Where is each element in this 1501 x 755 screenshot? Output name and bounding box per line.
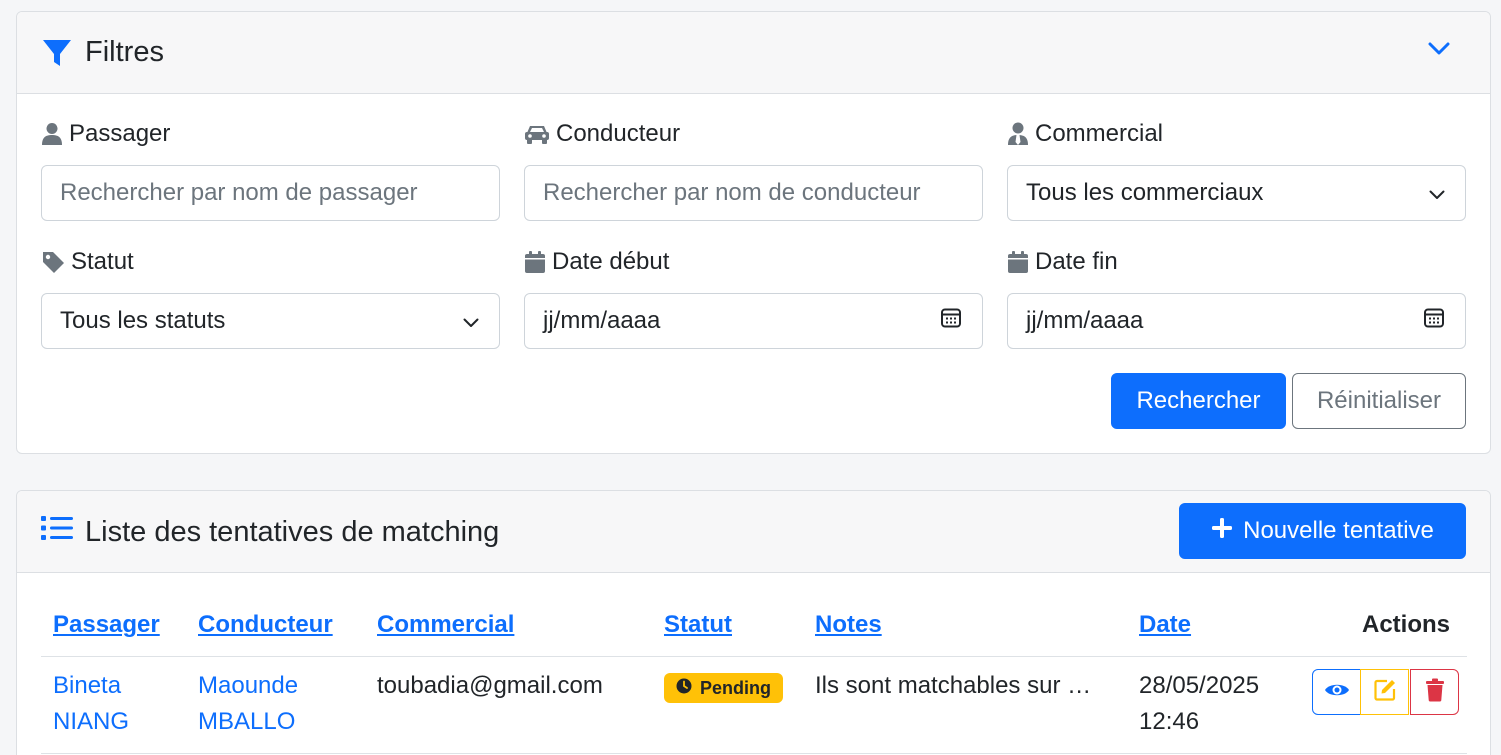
search-button[interactable]: Rechercher — [1111, 373, 1286, 429]
calendar-icon — [1007, 250, 1029, 274]
filters-title: Filtres — [41, 36, 164, 69]
edit-button[interactable] — [1360, 669, 1409, 715]
user-tie-icon — [1007, 122, 1029, 146]
car-icon — [524, 123, 550, 145]
edit-icon — [1373, 678, 1397, 707]
date-fin-input[interactable]: jj/mm/aaaa — [1007, 293, 1466, 349]
plus-icon — [1211, 517, 1233, 546]
passager-search-input[interactable] — [41, 165, 500, 221]
status-badge: Pending — [664, 673, 783, 703]
filters-card: Filtres Passager Conducteur Commercial T… — [16, 11, 1491, 454]
column-header-conducteur[interactable]: Conducteur — [198, 611, 333, 639]
column-header-commercial[interactable]: Commercial — [377, 611, 514, 639]
column-header-statut[interactable]: Statut — [664, 611, 732, 639]
passager-link[interactable]: Bineta NIANG — [53, 668, 129, 740]
conducteur-search-input[interactable] — [524, 165, 983, 221]
passager-label: Passager — [41, 120, 170, 148]
filters-title-text: Filtres — [85, 36, 164, 68]
chevron-down-icon[interactable] — [1428, 42, 1450, 61]
header-divider — [41, 656, 1467, 657]
column-header-passager[interactable]: Passager — [53, 611, 160, 639]
eye-icon — [1324, 681, 1350, 704]
list-icon — [41, 515, 73, 549]
list-title: Liste des tentatives de matching — [41, 515, 499, 549]
view-button[interactable] — [1312, 669, 1361, 715]
calendar-picker-icon[interactable] — [940, 307, 962, 336]
column-header-actions: Actions — [1362, 611, 1451, 638]
user-icon — [41, 122, 63, 146]
column-header-date[interactable]: Date — [1139, 611, 1191, 639]
matching-list-card: Liste des tentatives de matching Nouvell… — [16, 490, 1491, 755]
statut-select[interactable]: Tous les statuts — [41, 293, 500, 349]
conducteur-link[interactable]: Maounde MBALLO — [198, 668, 298, 740]
list-header: Liste des tentatives de matching Nouvell… — [17, 491, 1490, 573]
calendar-icon — [524, 250, 546, 274]
chevron-down-icon — [463, 307, 479, 335]
delete-button[interactable] — [1410, 669, 1459, 715]
commercial-email: toubadia@gmail.com — [377, 672, 603, 699]
notes-cell: Ils sont matchables sur … — [815, 672, 1092, 699]
column-header-notes[interactable]: Notes — [815, 611, 882, 639]
trash-icon — [1425, 678, 1445, 707]
new-attempt-button[interactable]: Nouvelle tentative — [1179, 503, 1466, 559]
filter-icon — [41, 37, 73, 69]
statut-label: Statut — [41, 248, 134, 276]
reset-button[interactable]: Réinitialiser — [1292, 373, 1466, 429]
clock-icon — [676, 678, 692, 699]
filters-header[interactable]: Filtres — [17, 12, 1490, 94]
date-debut-input[interactable]: jj/mm/aaaa — [524, 293, 983, 349]
date-debut-label: Date début — [524, 248, 669, 276]
conducteur-label: Conducteur — [524, 120, 680, 148]
tag-icon — [41, 250, 65, 274]
commercial-select[interactable]: Tous les commerciaux — [1007, 165, 1466, 221]
row-divider — [41, 753, 1467, 754]
commercial-label: Commercial — [1007, 120, 1163, 148]
date-cell: 28/05/2025 12:46 — [1139, 672, 1260, 735]
calendar-picker-icon[interactable] — [1423, 307, 1445, 336]
date-fin-label: Date fin — [1007, 248, 1118, 276]
chevron-down-icon — [1429, 179, 1445, 207]
list-title-text: Liste des tentatives de matching — [85, 515, 500, 548]
